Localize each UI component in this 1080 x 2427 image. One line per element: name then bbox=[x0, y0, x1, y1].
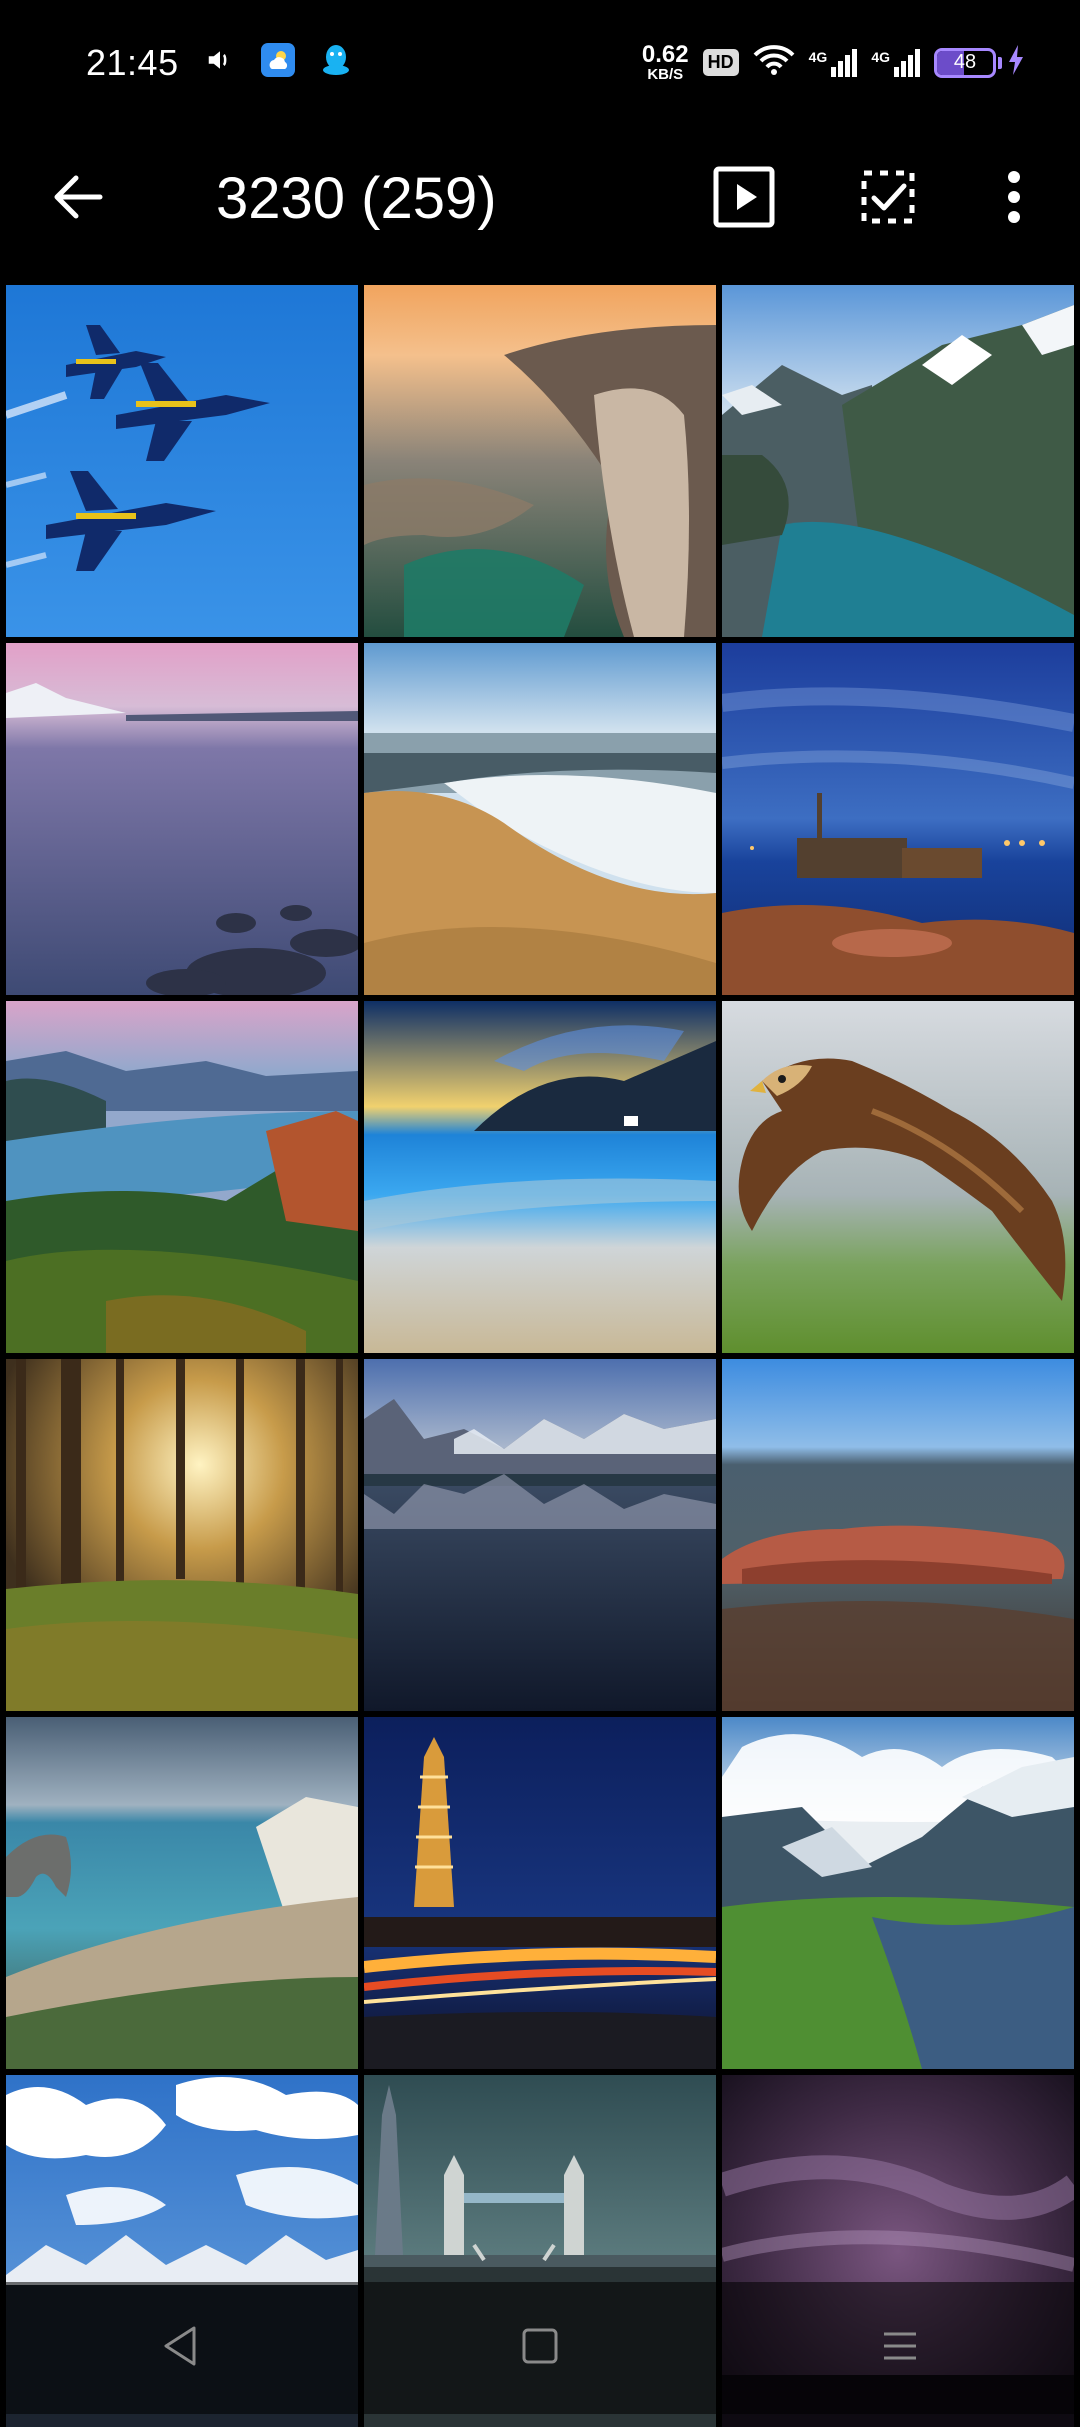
nav-home-button[interactable] bbox=[500, 2308, 580, 2388]
weather-app-icon bbox=[260, 43, 295, 82]
photo-shipwreck-night[interactable] bbox=[722, 643, 1074, 995]
photo-alpine-stream[interactable] bbox=[722, 1717, 1074, 2069]
photo-tower-light-trails[interactable] bbox=[364, 1717, 716, 2069]
more-vertical-icon bbox=[1004, 169, 1024, 230]
photo-durdle-door[interactable] bbox=[6, 1717, 358, 2069]
album-title: 3230 (259) bbox=[216, 166, 497, 231]
hd-badge: HD bbox=[702, 49, 739, 76]
qq-app-icon bbox=[321, 43, 351, 82]
system-navigation-bar bbox=[0, 2282, 1080, 2414]
select-button[interactable] bbox=[850, 161, 926, 237]
photo-eagle[interactable] bbox=[722, 1001, 1074, 1353]
nav-back-button[interactable] bbox=[140, 2308, 220, 2388]
nav-back-icon bbox=[160, 2324, 200, 2373]
nav-recents-icon bbox=[880, 2326, 920, 2371]
photo-uluru[interactable] bbox=[722, 1359, 1074, 1711]
photo-fjord[interactable] bbox=[722, 285, 1074, 637]
top-app-bar: 3230 (259) bbox=[0, 125, 1080, 270]
photo-sunset-cliff[interactable] bbox=[364, 285, 716, 637]
volume-icon bbox=[205, 45, 235, 80]
nav-home-icon bbox=[520, 2326, 560, 2371]
photo-mountain-lake[interactable] bbox=[364, 1359, 716, 1711]
slideshow-button[interactable] bbox=[706, 161, 782, 237]
photo-blue-beach[interactable] bbox=[364, 1001, 716, 1353]
photo-grid bbox=[6, 285, 1074, 2427]
photo-beach-waves[interactable] bbox=[364, 643, 716, 995]
status-bar: 21:45 0.62 KB/S HD 4G 4G 48 bbox=[0, 0, 1080, 125]
more-options-button[interactable] bbox=[976, 161, 1052, 237]
checkbox-icon bbox=[856, 165, 920, 234]
network-speed: 0.62 KB/S bbox=[641, 41, 689, 83]
nav-recents-button[interactable] bbox=[860, 2308, 940, 2388]
back-button[interactable] bbox=[46, 167, 110, 231]
photo-forest-sunbeams[interactable] bbox=[6, 1359, 358, 1711]
signal-2: 4G bbox=[871, 48, 920, 77]
charging-icon bbox=[1008, 45, 1024, 80]
wifi-icon bbox=[753, 43, 795, 82]
status-time: 21:45 bbox=[86, 41, 179, 83]
photo-jets[interactable] bbox=[6, 285, 358, 637]
signal-1: 4G bbox=[809, 48, 858, 77]
photo-pink-lake[interactable] bbox=[6, 643, 358, 995]
play-icon bbox=[713, 166, 775, 233]
photo-river-gorge[interactable] bbox=[6, 1001, 358, 1353]
arrow-left-icon bbox=[48, 167, 108, 232]
battery-indicator: 48 bbox=[934, 45, 1024, 80]
